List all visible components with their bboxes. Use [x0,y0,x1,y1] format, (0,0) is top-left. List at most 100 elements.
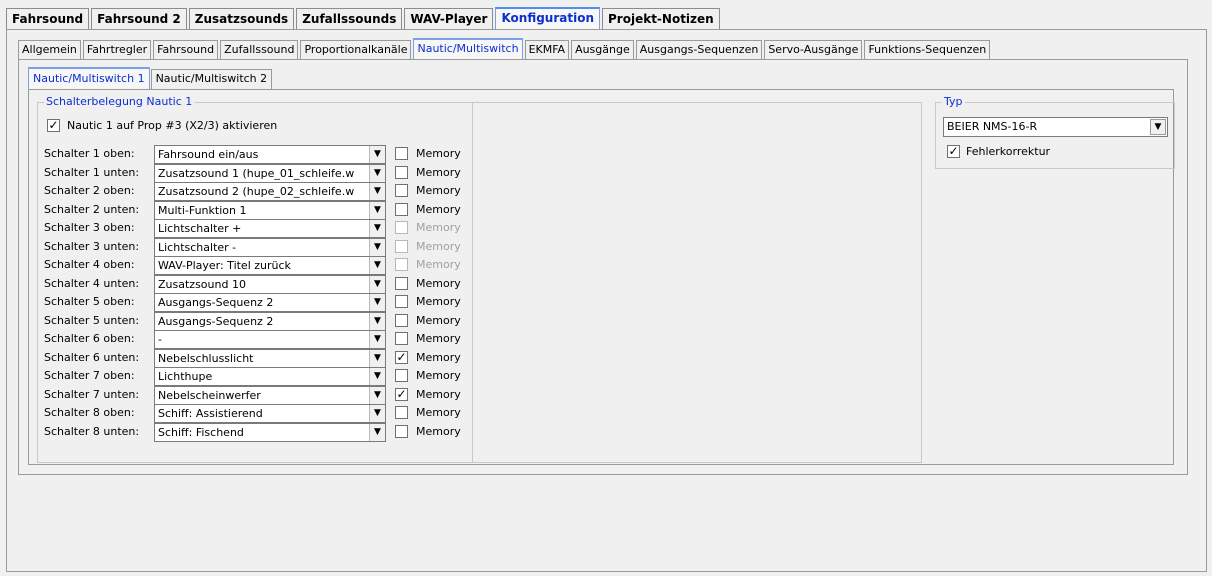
group-divider [472,102,473,463]
typ-group-title: Typ [942,95,965,109]
memory-label: Memory [416,221,461,234]
memory-label: Memory [416,424,461,438]
memory-checkbox[interactable]: ✓ [395,350,408,364]
switch-label: Schalter 2 unten: [44,202,140,216]
subtab-ausgänge[interactable]: Ausgänge [571,40,634,59]
chevron-down-icon[interactable]: ▼ [369,312,385,330]
memory-option[interactable]: Memory [395,313,461,327]
chevron-down-icon[interactable]: ▼ [369,423,385,441]
tab-zusatzsounds[interactable]: Zusatzsounds [188,8,295,29]
memory-option[interactable]: Memory [395,406,461,419]
memory-option[interactable]: Memory [395,165,461,179]
chevron-down-icon[interactable]: ▼ [1150,119,1166,135]
chevron-down-icon[interactable]: ▼ [369,349,385,367]
memory-option[interactable]: Memory [395,332,461,345]
switch-function-select[interactable]: Lichthupe ▼ [154,367,386,386]
chevron-down-icon[interactable]: ▼ [369,405,385,422]
switch-function-value: Schiff: Assistierend [158,407,263,420]
subtab-ausgangs-sequenzen[interactable]: Ausgangs-Sequenzen [635,40,763,59]
switch-function-select[interactable]: Nebelschlusslicht ▼ [154,348,386,368]
chevron-down-icon[interactable]: ▼ [369,386,385,404]
memory-checkbox[interactable] [395,184,408,197]
memory-checkbox[interactable] [395,424,408,438]
inner-tab-strip: Nautic/Multiswitch 1 Nautic/Multiswitch 2 [28,67,273,89]
typ-select[interactable]: BEIER NMS-16-R ▼ [943,117,1168,137]
switch-function-select[interactable]: Schiff: Fischend ▼ [154,422,386,442]
memory-checkbox[interactable] [395,369,408,382]
chevron-down-icon[interactable]: ▼ [369,220,385,237]
memory-checkbox[interactable] [395,165,408,179]
memory-checkbox[interactable]: ✓ [395,387,408,401]
memory-option[interactable]: Memory [395,147,461,160]
subtab-funktions-sequenzen[interactable]: Funktions-Sequenzen [864,40,991,59]
memory-option: Memory [395,221,461,234]
memory-checkbox[interactable] [395,313,408,327]
memory-option[interactable]: Memory [395,202,461,216]
memory-option[interactable]: Memory [395,424,461,438]
memory-option[interactable]: ✓ Memory [395,387,461,401]
chevron-down-icon[interactable]: ▼ [369,164,385,182]
tab-fahrsound-2[interactable]: Fahrsound 2 [91,8,187,29]
switch-function-select[interactable]: WAV-Player: Titel zurück ▼ [154,256,386,275]
tab-fahrsound[interactable]: Fahrsound [6,8,90,29]
switch-function-select[interactable]: - ▼ [154,330,386,349]
tab-projekt-notizen[interactable]: Projekt-Notizen [602,8,720,29]
switch-function-select[interactable]: Schiff: Assistierend ▼ [154,404,386,423]
memory-checkbox[interactable] [395,276,408,290]
memory-option[interactable]: Memory [395,369,461,382]
switch-function-value: Zusatzsound 10 [158,277,246,291]
activate-nautic-checkbox[interactable]: ✓ [47,118,60,132]
subtab-ekmfa[interactable]: EKMFA [524,40,570,59]
switch-function-select[interactable]: Ausgangs-Sequenz 2 ▼ [154,311,386,331]
switch-label: Schalter 6 oben: [44,332,135,345]
chevron-down-icon[interactable]: ▼ [369,257,385,274]
tab-zufallssounds[interactable]: Zufallssounds [296,8,403,29]
memory-checkbox[interactable] [395,147,408,160]
memory-label: Memory [416,165,461,179]
switch-function-select[interactable]: Zusatzsound 2 (hupe_02_schleife.w ▼ [154,182,386,201]
memory-option[interactable]: Memory [395,184,461,197]
subtab-fahrtregler[interactable]: Fahrtregler [82,40,152,59]
subtab-allgemein[interactable]: Allgemein [18,40,81,59]
innertab-nautic-multiswitch-2[interactable]: Nautic/Multiswitch 2 [150,69,273,89]
subtab-servo-ausgänge[interactable]: Servo-Ausgänge [764,40,863,59]
memory-checkbox[interactable] [395,295,408,308]
chevron-down-icon[interactable]: ▼ [369,146,385,163]
chevron-down-icon[interactable]: ▼ [369,201,385,219]
chevron-down-icon[interactable]: ▼ [369,275,385,293]
innertab-nautic-multiswitch-1[interactable]: Nautic/Multiswitch 1 [28,67,150,89]
memory-option[interactable]: Memory [395,295,461,308]
switch-function-select[interactable]: Nebelscheinwerfer ▼ [154,385,386,405]
switch-function-select[interactable]: Lichtschalter + ▼ [154,219,386,238]
chevron-down-icon[interactable]: ▼ [369,331,385,348]
tab-konfiguration[interactable]: Konfiguration [495,7,600,29]
fehlerkorrektur-checkbox[interactable]: ✓ [947,145,960,158]
chevron-down-icon[interactable]: ▼ [369,183,385,200]
chevron-down-icon[interactable]: ▼ [369,238,385,256]
switch-function-select[interactable]: Zusatzsound 10 ▼ [154,274,386,294]
memory-option[interactable]: Memory [395,276,461,290]
switch-label: Schalter 7 oben: [44,369,135,382]
switch-function-select[interactable]: Lichtschalter - ▼ [154,237,386,257]
fehlerkorrektur-row[interactable]: ✓ Fehlerkorrektur [947,145,1050,158]
subtab-proportionalkanäle[interactable]: Proportionalkanäle [300,40,412,59]
tab-wav-player[interactable]: WAV-Player [404,8,494,29]
memory-checkbox[interactable] [395,202,408,216]
switch-function-value: Ausgangs-Sequenz 2 [158,296,274,309]
subtab-nautic-multiswitch[interactable]: Nautic/Multiswitch [413,38,523,59]
switch-label: Schalter 8 oben: [44,406,135,419]
switch-function-select[interactable]: Zusatzsound 1 (hupe_01_schleife.w ▼ [154,163,386,183]
memory-option[interactable]: ✓ Memory [395,350,461,364]
subtab-zufallssound[interactable]: Zufallssound [220,40,299,59]
chevron-down-icon[interactable]: ▼ [369,294,385,311]
memory-checkbox[interactable] [395,332,408,345]
memory-label: Memory [416,295,461,308]
memory-checkbox[interactable] [395,406,408,419]
switch-function-select[interactable]: Multi-Funktion 1 ▼ [154,200,386,220]
activate-nautic-row[interactable]: ✓ Nautic 1 auf Prop #3 (X2/3) aktivieren [47,117,277,133]
switch-function-select[interactable]: Ausgangs-Sequenz 2 ▼ [154,293,386,312]
subtab-fahrsound[interactable]: Fahrsound [153,40,219,59]
switch-function-select[interactable]: Fahrsound ein/aus ▼ [154,145,386,164]
chevron-down-icon[interactable]: ▼ [369,368,385,385]
memory-label: Memory [416,184,461,197]
